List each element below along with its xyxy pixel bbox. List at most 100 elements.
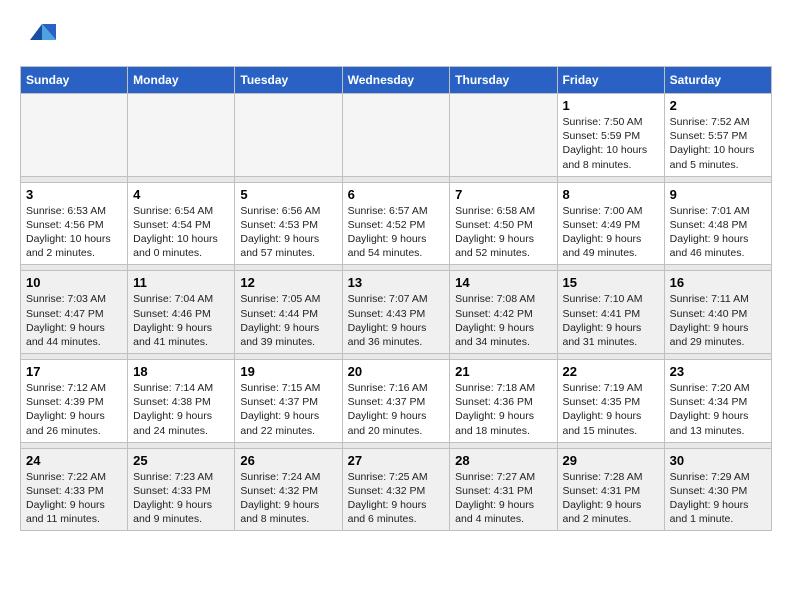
day-number: 4 [133, 187, 229, 202]
calendar-day-cell: 9 Sunrise: 7:01 AM Sunset: 4:48 PM Daylig… [664, 182, 771, 265]
day-number: 25 [133, 453, 229, 468]
day-info: Sunrise: 7:14 AM Sunset: 4:38 PM Dayligh… [133, 381, 229, 438]
day-number: 19 [240, 364, 336, 379]
day-number: 1 [563, 98, 659, 113]
calendar-day-cell: 8 Sunrise: 7:00 AM Sunset: 4:49 PM Daylig… [557, 182, 664, 265]
calendar-day-cell: 24Sunrise: 7:22 AM Sunset: 4:33 PM Dayli… [21, 448, 128, 531]
day-info: Sunrise: 7:05 AM Sunset: 4:44 PM Dayligh… [240, 292, 336, 349]
day-number: 20 [348, 364, 445, 379]
day-number: 29 [563, 453, 659, 468]
calendar-week-row: 24Sunrise: 7:22 AM Sunset: 4:33 PM Dayli… [21, 448, 772, 531]
calendar-day-cell: 29 Sunrise: 7:28 AM Sunset: 4:31 PM Dayli… [557, 448, 664, 531]
page-header [20, 20, 772, 56]
day-number: 30 [670, 453, 766, 468]
day-info: Sunrise: 7:22 AM Sunset: 4:33 PM Dayligh… [26, 470, 122, 527]
day-number: 2 [670, 98, 766, 113]
day-info: Sunrise: 7:11 AM Sunset: 4:40 PM Dayligh… [670, 292, 766, 349]
day-number: 23 [670, 364, 766, 379]
day-info: Sunrise: 6:57 AM Sunset: 4:52 PM Dayligh… [348, 204, 445, 261]
calendar-day-cell: 3 Sunrise: 6:53 AM Sunset: 4:56 PM Daylig… [21, 182, 128, 265]
weekday-header-friday: Friday [557, 67, 664, 94]
day-info: Sunrise: 7:20 AM Sunset: 4:34 PM Dayligh… [670, 381, 766, 438]
day-number: 22 [563, 364, 659, 379]
day-info: Sunrise: 7:29 AM Sunset: 4:30 PM Dayligh… [670, 470, 766, 527]
day-number: 28 [455, 453, 551, 468]
day-number: 9 [670, 187, 766, 202]
calendar-day-cell: 19 Sunrise: 7:15 AM Sunset: 4:37 PM Dayli… [235, 360, 342, 443]
weekday-header-wednesday: Wednesday [342, 67, 450, 94]
day-info: Sunrise: 7:27 AM Sunset: 4:31 PM Dayligh… [455, 470, 551, 527]
calendar-day-cell: 12 Sunrise: 7:05 AM Sunset: 4:44 PM Dayli… [235, 271, 342, 354]
day-number: 13 [348, 275, 445, 290]
calendar-day-cell: 26 Sunrise: 7:24 AM Sunset: 4:32 PM Dayli… [235, 448, 342, 531]
day-info: Sunrise: 6:56 AM Sunset: 4:53 PM Dayligh… [240, 204, 336, 261]
day-number: 27 [348, 453, 445, 468]
calendar-day-cell: 14Sunrise: 7:08 AM Sunset: 4:42 PM Dayli… [450, 271, 557, 354]
day-number: 17 [26, 364, 122, 379]
day-info: Sunrise: 6:53 AM Sunset: 4:56 PM Dayligh… [26, 204, 122, 261]
calendar-day-cell: 25 Sunrise: 7:23 AM Sunset: 4:33 PM Dayli… [128, 448, 235, 531]
calendar-day-cell: 13 Sunrise: 7:07 AM Sunset: 4:43 PM Dayli… [342, 271, 450, 354]
day-number: 16 [670, 275, 766, 290]
day-number: 7 [455, 187, 551, 202]
day-number: 21 [455, 364, 551, 379]
day-number: 6 [348, 187, 445, 202]
day-number: 18 [133, 364, 229, 379]
day-info: Sunrise: 7:07 AM Sunset: 4:43 PM Dayligh… [348, 292, 445, 349]
calendar-day-cell: 15 Sunrise: 7:10 AM Sunset: 4:41 PM Dayli… [557, 271, 664, 354]
calendar-day-cell: 1Sunrise: 7:50 AM Sunset: 5:59 PM Daylig… [557, 94, 664, 177]
day-info: Sunrise: 7:12 AM Sunset: 4:39 PM Dayligh… [26, 381, 122, 438]
day-info: Sunrise: 7:10 AM Sunset: 4:41 PM Dayligh… [563, 292, 659, 349]
calendar-day-cell: 5 Sunrise: 6:56 AM Sunset: 4:53 PM Daylig… [235, 182, 342, 265]
day-number: 15 [563, 275, 659, 290]
day-info: Sunrise: 7:19 AM Sunset: 4:35 PM Dayligh… [563, 381, 659, 438]
calendar-day-cell: 11 Sunrise: 7:04 AM Sunset: 4:46 PM Dayli… [128, 271, 235, 354]
calendar-day-cell: 30 Sunrise: 7:29 AM Sunset: 4:30 PM Dayli… [664, 448, 771, 531]
day-info: Sunrise: 6:54 AM Sunset: 4:54 PM Dayligh… [133, 204, 229, 261]
calendar-day-cell: 18 Sunrise: 7:14 AM Sunset: 4:38 PM Dayli… [128, 360, 235, 443]
day-info: Sunrise: 7:08 AM Sunset: 4:42 PM Dayligh… [455, 292, 551, 349]
day-info: Sunrise: 7:15 AM Sunset: 4:37 PM Dayligh… [240, 381, 336, 438]
weekday-header-sunday: Sunday [21, 67, 128, 94]
logo-icon [20, 20, 56, 56]
calendar-week-row: 10Sunrise: 7:03 AM Sunset: 4:47 PM Dayli… [21, 271, 772, 354]
calendar-day-cell: 7 Sunrise: 6:58 AM Sunset: 4:50 PM Daylig… [450, 182, 557, 265]
calendar-header-row: SundayMondayTuesdayWednesdayThursdayFrid… [21, 67, 772, 94]
day-info: Sunrise: 7:16 AM Sunset: 4:37 PM Dayligh… [348, 381, 445, 438]
calendar-day-cell: 10Sunrise: 7:03 AM Sunset: 4:47 PM Dayli… [21, 271, 128, 354]
day-number: 10 [26, 275, 122, 290]
day-number: 5 [240, 187, 336, 202]
day-info: Sunrise: 7:04 AM Sunset: 4:46 PM Dayligh… [133, 292, 229, 349]
calendar-week-row: 1Sunrise: 7:50 AM Sunset: 5:59 PM Daylig… [21, 94, 772, 177]
day-info: Sunrise: 7:28 AM Sunset: 4:31 PM Dayligh… [563, 470, 659, 527]
day-number: 26 [240, 453, 336, 468]
day-number: 8 [563, 187, 659, 202]
calendar-day-cell: 23 Sunrise: 7:20 AM Sunset: 4:34 PM Dayli… [664, 360, 771, 443]
calendar-day-cell [128, 94, 235, 177]
day-info: Sunrise: 7:18 AM Sunset: 4:36 PM Dayligh… [455, 381, 551, 438]
calendar-day-cell: 4 Sunrise: 6:54 AM Sunset: 4:54 PM Daylig… [128, 182, 235, 265]
calendar-day-cell [342, 94, 450, 177]
weekday-header-thursday: Thursday [450, 67, 557, 94]
day-info: Sunrise: 7:25 AM Sunset: 4:32 PM Dayligh… [348, 470, 445, 527]
calendar-day-cell: 22 Sunrise: 7:19 AM Sunset: 4:35 PM Dayli… [557, 360, 664, 443]
logo [20, 20, 60, 56]
day-info: Sunrise: 6:58 AM Sunset: 4:50 PM Dayligh… [455, 204, 551, 261]
day-number: 12 [240, 275, 336, 290]
day-info: Sunrise: 7:01 AM Sunset: 4:48 PM Dayligh… [670, 204, 766, 261]
day-number: 11 [133, 275, 229, 290]
calendar-day-cell: 27 Sunrise: 7:25 AM Sunset: 4:32 PM Dayli… [342, 448, 450, 531]
weekday-header-saturday: Saturday [664, 67, 771, 94]
day-info: Sunrise: 7:00 AM Sunset: 4:49 PM Dayligh… [563, 204, 659, 261]
calendar-day-cell: 17 Sunrise: 7:12 AM Sunset: 4:39 PM Dayli… [21, 360, 128, 443]
calendar-week-row: 3 Sunrise: 6:53 AM Sunset: 4:56 PM Daylig… [21, 182, 772, 265]
calendar-day-cell: 28 Sunrise: 7:27 AM Sunset: 4:31 PM Dayli… [450, 448, 557, 531]
day-info: Sunrise: 7:52 AM Sunset: 5:57 PM Dayligh… [670, 115, 766, 172]
calendar-day-cell [450, 94, 557, 177]
day-info: Sunrise: 7:23 AM Sunset: 4:33 PM Dayligh… [133, 470, 229, 527]
calendar-table: SundayMondayTuesdayWednesdayThursdayFrid… [20, 66, 772, 531]
day-info: Sunrise: 7:24 AM Sunset: 4:32 PM Dayligh… [240, 470, 336, 527]
calendar-day-cell: 6 Sunrise: 6:57 AM Sunset: 4:52 PM Daylig… [342, 182, 450, 265]
calendar-day-cell: 20 Sunrise: 7:16 AM Sunset: 4:37 PM Dayli… [342, 360, 450, 443]
day-number: 3 [26, 187, 122, 202]
